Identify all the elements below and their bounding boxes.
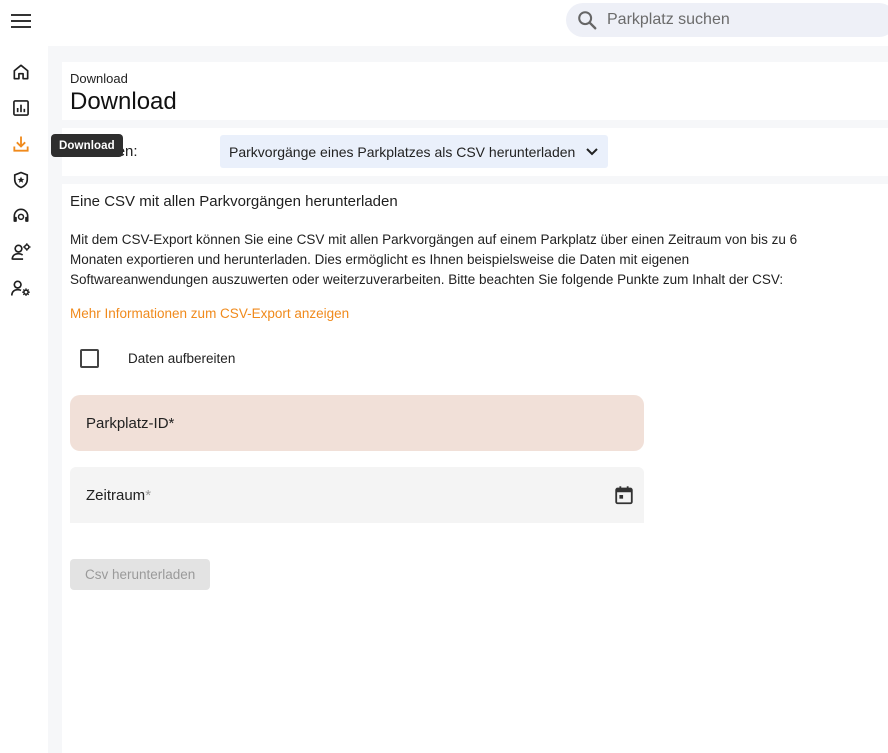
section-title: Eine CSV mit allen Parkvorgängen herunte… — [70, 193, 398, 210]
shield-star-icon — [11, 170, 31, 195]
csv-export-card: Eine CSV mit allen Parkvorgängen herunte… — [62, 184, 888, 753]
search-bar[interactable] — [566, 3, 888, 37]
parkplatz-id-field[interactable]: Parkplatz-ID* — [70, 395, 644, 451]
headset-support-icon — [11, 206, 31, 231]
zeitraum-field[interactable]: Zeitraum* — [70, 467, 644, 523]
home-icon — [11, 62, 31, 87]
parkplatz-id-label: Parkplatz-ID* — [86, 415, 174, 432]
download-type-selected-value: Parkvorgänge eines Parkplatzes als CSV h… — [229, 143, 576, 160]
hamburger-menu-icon[interactable] — [8, 8, 34, 34]
prepare-data-option: Daten aufbereiten — [80, 349, 235, 368]
zeitraum-label-text: Zeitraum — [86, 487, 146, 504]
calendar-icon[interactable] — [612, 483, 636, 507]
zeitraum-label: Zeitraum* — [86, 487, 151, 504]
sidebar — [0, 46, 48, 753]
search-input[interactable] — [607, 11, 877, 29]
sidebar-item-download[interactable] — [9, 134, 33, 158]
chevron-down-icon — [585, 147, 599, 157]
bar-chart-icon — [11, 98, 31, 123]
sidebar-item-support[interactable] — [9, 206, 33, 230]
sidebar-item-account-settings[interactable] — [9, 278, 33, 302]
download-type-card: uswählen: Parkvorgänge eines Parkplatzes… — [62, 128, 888, 176]
parkplatz-id-label-text: Parkplatz-ID — [86, 415, 169, 432]
required-mark: * — [168, 415, 175, 432]
sidebar-item-security[interactable] — [9, 170, 33, 194]
description-text: Mit dem CSV-Export können Sie eine CSV m… — [70, 232, 798, 287]
user-settings-icon — [10, 242, 32, 267]
download-icon — [11, 134, 31, 159]
sidebar-item-home[interactable] — [9, 62, 33, 86]
breadcrumb: Download — [70, 71, 128, 86]
required-mark: * — [145, 487, 152, 504]
top-bar — [0, 0, 888, 46]
more-info-link[interactable]: Mehr Informationen zum CSV-Export anzeig… — [70, 306, 349, 321]
download-tooltip: Download — [51, 134, 123, 157]
download-type-select[interactable]: Parkvorgänge eines Parkplatzes als CSV h… — [220, 135, 609, 168]
page-header-card: Download Download — [62, 62, 888, 120]
csv-download-button[interactable]: Csv herunterladen — [70, 559, 211, 590]
search-icon[interactable] — [575, 8, 599, 32]
sidebar-item-statistics[interactable] — [9, 98, 33, 122]
prepare-data-checkbox[interactable] — [80, 349, 99, 368]
page-title: Download — [70, 88, 177, 115]
sidebar-item-user-management[interactable] — [9, 242, 33, 266]
user-gear-icon — [10, 278, 32, 303]
prepare-data-label: Daten aufbereiten — [128, 351, 236, 366]
